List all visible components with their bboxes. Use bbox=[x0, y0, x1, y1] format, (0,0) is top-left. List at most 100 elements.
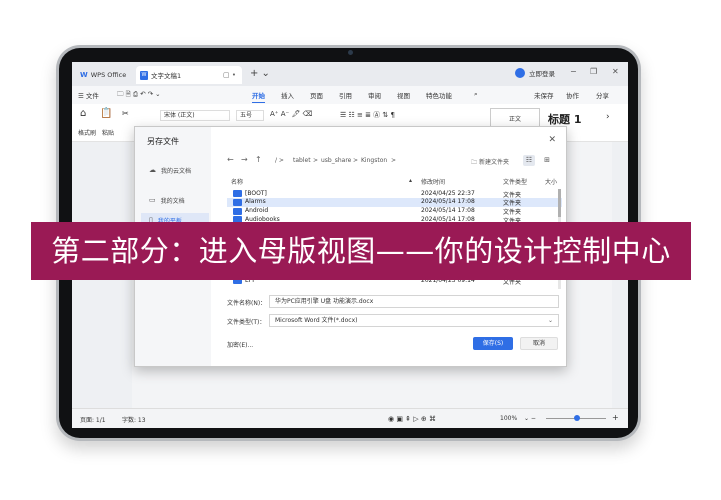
breadcrumb-tablet[interactable]: tablet bbox=[293, 157, 311, 164]
file-name: Alarms bbox=[245, 198, 266, 206]
file-menu[interactable]: ☰ 文件 bbox=[78, 90, 99, 100]
minimize-icon[interactable]: − bbox=[570, 67, 577, 76]
table-row[interactable]: [BOOT] 2024/04/25 22:37 文件夹 bbox=[227, 189, 562, 199]
sidebar-item-documents[interactable]: ▭ 我的文档 bbox=[141, 193, 209, 207]
menu-insert[interactable]: 插入 bbox=[281, 90, 294, 100]
status-bar: 页面: 1/1 字数: 13 ◉ ▣ ⇞ ▷ ⊕ ⌘ 100% ⌄ − + bbox=[72, 408, 628, 428]
breadcrumb-sep: > bbox=[353, 157, 359, 164]
login-button[interactable]: 立即登录 bbox=[515, 68, 555, 78]
menu-review[interactable]: 审阅 bbox=[368, 90, 381, 100]
more-styles-icon[interactable]: › bbox=[606, 112, 610, 122]
new-tab-plus-icon[interactable]: + ⌄ bbox=[250, 68, 270, 79]
unsaved-status[interactable]: 未保存 bbox=[534, 90, 554, 100]
file-modified: 2024/04/25 22:37 bbox=[421, 189, 475, 197]
file-list-header: 名称 ▴ 修改时间 文件类型 大小 bbox=[227, 177, 562, 189]
navigation-row: ← → ↑ / > tablet > usb_share > Kingston … bbox=[227, 155, 562, 169]
column-size[interactable]: 大小 bbox=[545, 177, 557, 186]
zoom-in-icon[interactable]: + bbox=[612, 413, 619, 422]
restore-icon[interactable]: ❐ bbox=[590, 67, 597, 76]
title-banner: 第二部分：进入母版视图——你的设计控制中心 bbox=[31, 222, 691, 280]
cloud-icon: ☁ bbox=[149, 166, 156, 174]
zoom-menu-icon[interactable]: ⌄ − bbox=[524, 415, 536, 422]
wps-logo-icon: W bbox=[80, 71, 88, 79]
breadcrumb-sep: > bbox=[313, 157, 319, 164]
tab-label: 文字文稿1 bbox=[151, 72, 182, 80]
tab-options-icon[interactable]: ▢ • bbox=[223, 71, 236, 79]
format-brush-label: 格式刷 bbox=[78, 130, 97, 137]
view-mode-icons[interactable]: ◉ ▣ ⇞ ▷ ⊕ ⌘ bbox=[388, 415, 436, 423]
format-brush-icon[interactable]: ⌂ bbox=[80, 108, 86, 119]
column-type[interactable]: 文件类型 bbox=[503, 177, 527, 186]
sidebar-item-label: 我的文档 bbox=[160, 197, 185, 205]
back-icon[interactable]: ← bbox=[227, 155, 234, 164]
close-window-icon[interactable]: ✕ bbox=[612, 67, 619, 76]
dialog-title: 另存文件 bbox=[147, 137, 179, 146]
column-name[interactable]: 名称 bbox=[231, 177, 243, 186]
tab-wps-office[interactable]: W WPS Office bbox=[80, 66, 126, 84]
page-indicator: 页面: 1/1 bbox=[80, 417, 106, 424]
breadcrumb-root[interactable]: / > bbox=[275, 157, 284, 164]
file-modified: 2024/05/14 17:08 bbox=[421, 207, 475, 215]
tab-label: WPS Office bbox=[90, 71, 127, 79]
sidebar-item-label: 我的云文档 bbox=[161, 167, 192, 175]
list-view-icon[interactable]: ☷ bbox=[523, 155, 535, 166]
zoom-slider-handle[interactable] bbox=[574, 415, 580, 421]
word-count[interactable]: 字数: 13 bbox=[122, 415, 146, 424]
menu-special[interactable]: 特色功能 bbox=[426, 90, 452, 100]
filename-input[interactable]: 华为PC应用引擎 U盘 功能演示.docx bbox=[269, 295, 559, 308]
chevron-down-icon: ⌄ bbox=[547, 317, 553, 324]
menu-page[interactable]: 页面 bbox=[310, 90, 323, 100]
scrollbar-thumb[interactable] bbox=[558, 189, 561, 217]
font-tools-icons[interactable]: A⁺ A⁻ 🖋 ⌫ bbox=[270, 110, 312, 118]
menu-reference[interactable]: 引用 bbox=[339, 90, 352, 100]
file-name: [BOOT] bbox=[245, 189, 267, 197]
close-dialog-icon[interactable]: ✕ bbox=[548, 135, 556, 145]
filetype-select[interactable]: Microsoft Word 文件(*.docx) ⌄ bbox=[269, 314, 559, 327]
collaborate-button[interactable]: 协作 bbox=[566, 90, 579, 100]
table-row[interactable]: Alarms 2024/05/14 17:08 文件夹 bbox=[227, 197, 562, 207]
tab-document[interactable]: W 文字文稿1 ▢ • bbox=[136, 66, 242, 84]
quick-tools-icons[interactable]: 🗀 🗎 ⎙ ↶ ↷ ⌄ bbox=[117, 90, 161, 101]
cancel-button[interactable]: 取消 bbox=[520, 337, 558, 350]
avatar bbox=[515, 68, 525, 78]
document-icon: W bbox=[140, 70, 148, 80]
up-icon[interactable]: ↑ bbox=[255, 155, 262, 164]
folder-icon bbox=[233, 207, 242, 215]
font-name-select[interactable]: 宋体 (正文) bbox=[160, 110, 230, 121]
menu-bar: ☰ 文件 🗀 🗎 ⎙ ↶ ↷ ⌄ 开始 插入 页面 引用 审阅 视图 特色功能 … bbox=[72, 86, 628, 104]
folder-icon bbox=[233, 190, 242, 197]
filename-row: 文件名称(N)： 华为PC应用引擎 U盘 功能演示.docx bbox=[227, 295, 562, 309]
breadcrumb-sep: > bbox=[391, 157, 397, 164]
breadcrumb-kingston[interactable]: Kingston bbox=[361, 157, 387, 164]
paste-icon[interactable]: 📋 bbox=[100, 108, 112, 119]
zoom-level[interactable]: 100% bbox=[500, 415, 517, 422]
table-row[interactable]: Android 2024/05/14 17:08 文件夹 bbox=[227, 207, 562, 216]
new-folder-label: 新建文件夹 bbox=[478, 159, 509, 166]
paragraph-tools-icons[interactable]: ☰ ☷ ≡ ≣ Ⓐ ⇅ ¶ bbox=[340, 110, 395, 120]
search-icon[interactable]: ⌕ bbox=[474, 90, 478, 99]
sidebar-item-cloud[interactable]: ☁ 我的云文档 bbox=[141, 163, 209, 177]
menu-home[interactable]: 开始 bbox=[252, 90, 265, 103]
share-button[interactable]: 分享 bbox=[596, 90, 609, 100]
title-bar: W WPS Office W 文字文稿1 ▢ • + ⌄ 立即登录 − ❐ ✕ bbox=[72, 62, 628, 86]
style-heading1[interactable]: 标题 1 bbox=[548, 111, 581, 127]
forward-icon[interactable]: → bbox=[241, 155, 248, 164]
folder-icon: ▭ bbox=[149, 196, 156, 204]
new-folder-button[interactable]: 🗀 新建文件夹 bbox=[471, 157, 509, 168]
stage: W WPS Office W 文字文稿1 ▢ • + ⌄ 立即登录 − ❐ ✕ … bbox=[0, 0, 721, 500]
save-button[interactable]: 保存(S) bbox=[473, 337, 513, 350]
cut-icon[interactable]: ✂ bbox=[122, 109, 129, 118]
filename-label: 文件名称(N)： bbox=[227, 300, 267, 307]
banner-title: 第二部分：进入母版视图——你的设计控制中心 bbox=[51, 234, 671, 268]
login-label: 立即登录 bbox=[529, 70, 555, 78]
breadcrumb-usb-share[interactable]: usb_share bbox=[321, 157, 351, 164]
camera-dot bbox=[348, 50, 353, 55]
filetype-label: 文件类型(T)： bbox=[227, 319, 266, 326]
column-modified[interactable]: 修改时间 bbox=[421, 177, 445, 186]
encrypt-link[interactable]: 加密(E)... bbox=[227, 340, 253, 349]
font-size-select[interactable]: 五号 bbox=[236, 110, 264, 121]
grid-view-icon[interactable]: ⊞ bbox=[541, 155, 553, 166]
file-modified: 2024/05/14 17:08 bbox=[421, 198, 475, 206]
folder-icon bbox=[233, 198, 242, 206]
menu-view[interactable]: 视图 bbox=[397, 90, 410, 100]
